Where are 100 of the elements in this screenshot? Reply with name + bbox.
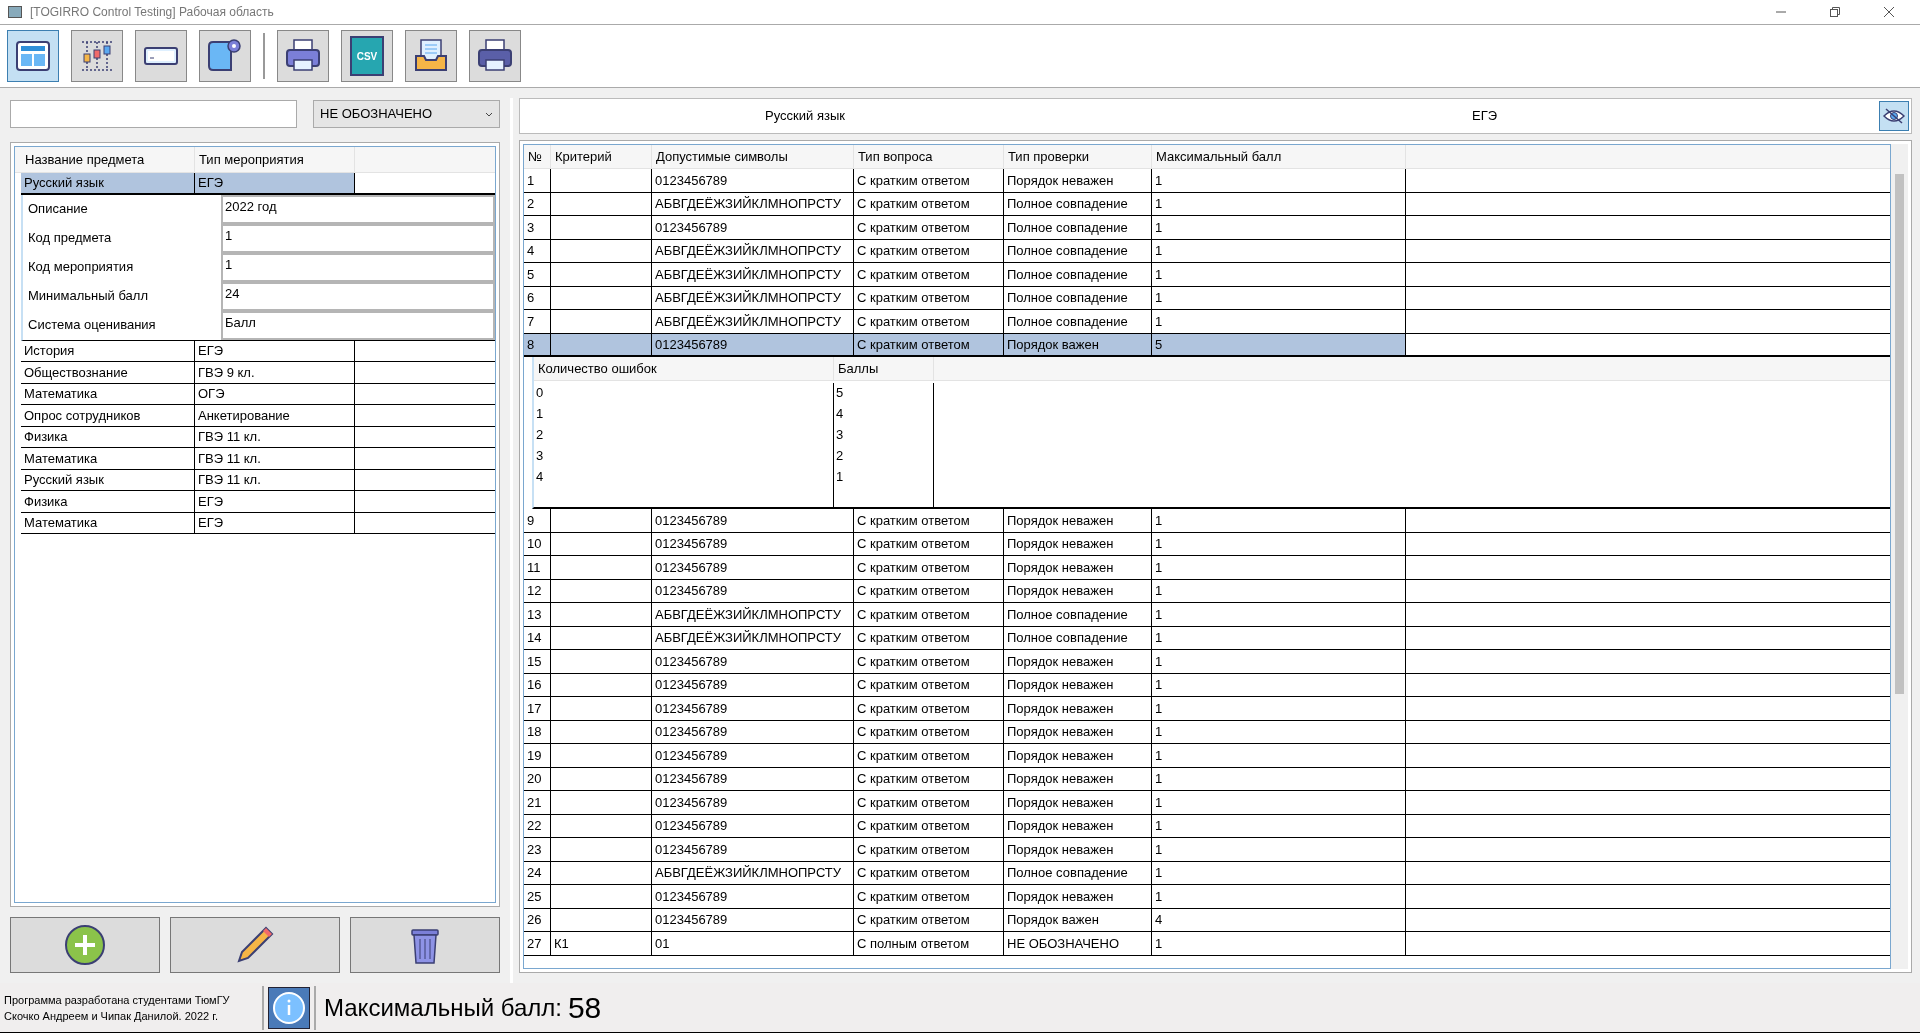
table-cell: 0123456789 (652, 908, 854, 931)
column-header[interactable]: Тип вопроса (854, 145, 1004, 168)
subject-title: Русский язык (764, 107, 846, 126)
detail-field[interactable]: 1 (221, 252, 495, 282)
toolbar-button[interactable] (199, 30, 251, 82)
search-field[interactable] (10, 100, 298, 128)
toolbar-button[interactable] (135, 30, 187, 82)
table-row[interactable]: История ЕГЭ (21, 340, 495, 362)
table-row[interactable]: 23 0123456789 С кратким ответом Порядок неважен 1 (524, 838, 1890, 862)
table-row[interactable]: Математика ОГЭ (21, 383, 495, 405)
table-cell: История (21, 340, 195, 361)
table-row[interactable]: Обществознание ГВЭ 9 кл. (21, 362, 495, 384)
restore-icon[interactable] (1830, 7, 1840, 17)
chevron-down-icon (485, 111, 493, 117)
table-cell: 1 (534, 404, 834, 425)
column-header[interactable]: Баллы (834, 357, 934, 380)
column-header[interactable]: Тип мероприятия (195, 147, 355, 172)
table-row[interactable]: 18 0123456789 С кратким ответом Порядок неважен 1 (524, 720, 1890, 744)
delete-button[interactable] (350, 917, 500, 973)
max-score-value: 58 (567, 990, 602, 1026)
table-cell: ОГЭ (195, 383, 355, 404)
table-row[interactable]: 12 0123456789 С кратким ответом Порядок неважен 1 (524, 579, 1890, 603)
info-icon (272, 990, 306, 1025)
column-header[interactable]: № (524, 145, 551, 168)
toolbar-button[interactable] (277, 30, 329, 82)
table-row[interactable]: Опрос сотрудников Анкетирование (21, 405, 495, 427)
credits-text: Программа разработана студентами ТюмГУ (4, 992, 231, 1008)
table-cell: 2 (834, 446, 934, 467)
table-row[interactable]: 9 0123456789 С кратким ответом Порядок неважен 1 (524, 509, 1890, 533)
detail-field[interactable]: 2022 год (221, 194, 495, 224)
table-cell: АБВГДЕЁЖЗИЙКЛМНОПРСТУ (652, 626, 854, 649)
table-row[interactable]: Русский язык ГВЭ 11 кл. (21, 469, 495, 491)
table-cell: 20 (524, 767, 551, 790)
toolbar-button[interactable] (469, 30, 521, 82)
table-row[interactable]: 24 АБВГДЕЁЖЗИЙКЛМНОПРСТУ С кратким ответом Полное совпадение 1 (524, 861, 1890, 885)
table-row[interactable]: 13 АБВГДЕЁЖЗИЙКЛМНОПРСТУ С кратким ответом Полное совпадение 1 (524, 603, 1890, 627)
table-row[interactable]: Физика ЕГЭ (21, 491, 495, 513)
table-cell: Русский язык (21, 173, 195, 193)
table-row[interactable]: 10 0123456789 С кратким ответом Порядок неважен 1 (524, 532, 1890, 556)
table-cell: С кратким ответом (854, 767, 1004, 790)
table-cell: Физика (21, 426, 195, 447)
column-header[interactable]: Название предмета (15, 147, 195, 172)
table-row[interactable]: 2 АБВГДЕЁЖЗИЙКЛМНОПРСТУ С кратким ответом Полное совпадение 1 (524, 192, 1890, 216)
toolbar-button[interactable] (7, 30, 59, 82)
detail-field[interactable]: 1 (221, 223, 495, 253)
table-row[interactable]: Математика ГВЭ 11 кл. (21, 448, 495, 470)
table-cell: 1 (1152, 744, 1406, 767)
table-row[interactable]: 7 АБВГДЕЁЖЗИЙКЛМНОПРСТУ С кратким ответом Полное совпадение 1 (524, 310, 1890, 334)
column-header[interactable]: Критерий (551, 145, 652, 168)
table-row[interactable]: 19 0123456789 С кратким ответом Порядок неважен 1 (524, 744, 1890, 768)
table-row[interactable]: 1 0123456789 С кратким ответом Порядок неважен 1 (524, 169, 1890, 193)
info-button[interactable] (268, 986, 310, 1029)
table-cell: Порядок неважен (1004, 744, 1152, 767)
close-icon[interactable] (1884, 7, 1894, 17)
table-row[interactable]: 16 0123456789 С кратким ответом Порядок неважен 1 (524, 673, 1890, 697)
table-cell: К1 (551, 932, 652, 955)
table-row[interactable]: 27 К1 01 С полным ответом НЕ ОБОЗНАЧЕНО 1 (524, 932, 1890, 956)
table-row[interactable]: 14 АБВГДЕЁЖЗИЙКЛМНОПРСТУ С кратким ответом Полное совпадение 1 (524, 626, 1890, 650)
detail-field[interactable]: 24 (221, 281, 495, 311)
table-row[interactable]: 6 АБВГДЕЁЖЗИЙКЛМНОПРСТУ С кратким ответом Полное совпадение 1 (524, 286, 1890, 310)
table-row[interactable]: 22 0123456789 С кратким ответом Порядок неважен 1 (524, 814, 1890, 838)
table-cell: С кратким ответом (854, 556, 1004, 579)
column-header[interactable]: Допустимые символы (652, 145, 854, 168)
detail-field[interactable]: Балл (221, 310, 495, 340)
table-cell: ЕГЭ (195, 173, 355, 193)
table-row[interactable]: 21 0123456789 С кратким ответом Порядок неважен 1 (524, 791, 1890, 815)
table-row[interactable]: 3 0123456789 С кратким ответом Полное совпадение 1 (524, 216, 1890, 240)
table-cell: 2 (534, 425, 834, 446)
column-header[interactable]: Количество ошибок (534, 357, 834, 380)
table-cell: АБВГДЕЁЖЗИЙКЛМНОПРСТУ (652, 239, 854, 262)
table-row[interactable]: 15 0123456789 С кратким ответом Порядок неважен 1 (524, 650, 1890, 674)
table-row[interactable]: 5 АБВГДЕЁЖЗИЙКЛМНОПРСТУ С кратким ответом Полное совпадение 1 (524, 263, 1890, 287)
column-header[interactable]: Максимальный балл (1152, 145, 1406, 168)
table-row[interactable]: Математика ЕГЭ (21, 512, 495, 534)
table-row[interactable]: Физика ГВЭ 11 кл. (21, 426, 495, 448)
add-button[interactable] (10, 917, 160, 973)
toolbar-button[interactable] (405, 30, 457, 82)
table-row[interactable]: 11 0123456789 С кратким ответом Порядок неважен 1 (524, 556, 1890, 580)
table-cell: ГВЭ 11 кл. (195, 469, 355, 490)
table-row[interactable]: 17 0123456789 С кратким ответом Порядок неважен 1 (524, 697, 1890, 721)
table-row[interactable]: 4 АБВГДЕЁЖЗИЙКЛМНОПРСТУ С кратким ответом Полное совпадение 1 (524, 239, 1890, 263)
table-cell: 1 (1152, 216, 1406, 239)
column-header[interactable]: Тип проверки (1004, 145, 1152, 168)
max-score-label: Максимальный балл: (324, 992, 562, 1023)
table-row[interactable]: 26 0123456789 С кратким ответом Порядок важен 4 (524, 908, 1890, 932)
table-cell: 1 (1152, 286, 1406, 309)
table-row[interactable]: Русский язык ЕГЭ (21, 173, 495, 195)
table-cell: С кратким ответом (854, 626, 1004, 649)
table-cell: С кратким ответом (854, 861, 1004, 884)
table-cell: Полное совпадение (1004, 310, 1152, 333)
scrollbar[interactable] (1891, 144, 1908, 969)
table-cell: 10 (524, 532, 551, 555)
table-cell: 1 (1152, 838, 1406, 861)
table-cell: Порядок неважен (1004, 673, 1152, 696)
filter-dropdown[interactable]: НЕ ОБОЗНАЧЕНО (313, 100, 500, 128)
table-cell: 18 (524, 720, 551, 743)
table-row[interactable]: 20 0123456789 С кратким ответом Порядок неважен 1 (524, 767, 1890, 791)
visibility-toggle-button[interactable] (1879, 101, 1909, 131)
table-row[interactable]: 25 0123456789 С кратким ответом Порядок неважен 1 (524, 885, 1890, 909)
edit-button[interactable] (170, 917, 340, 973)
